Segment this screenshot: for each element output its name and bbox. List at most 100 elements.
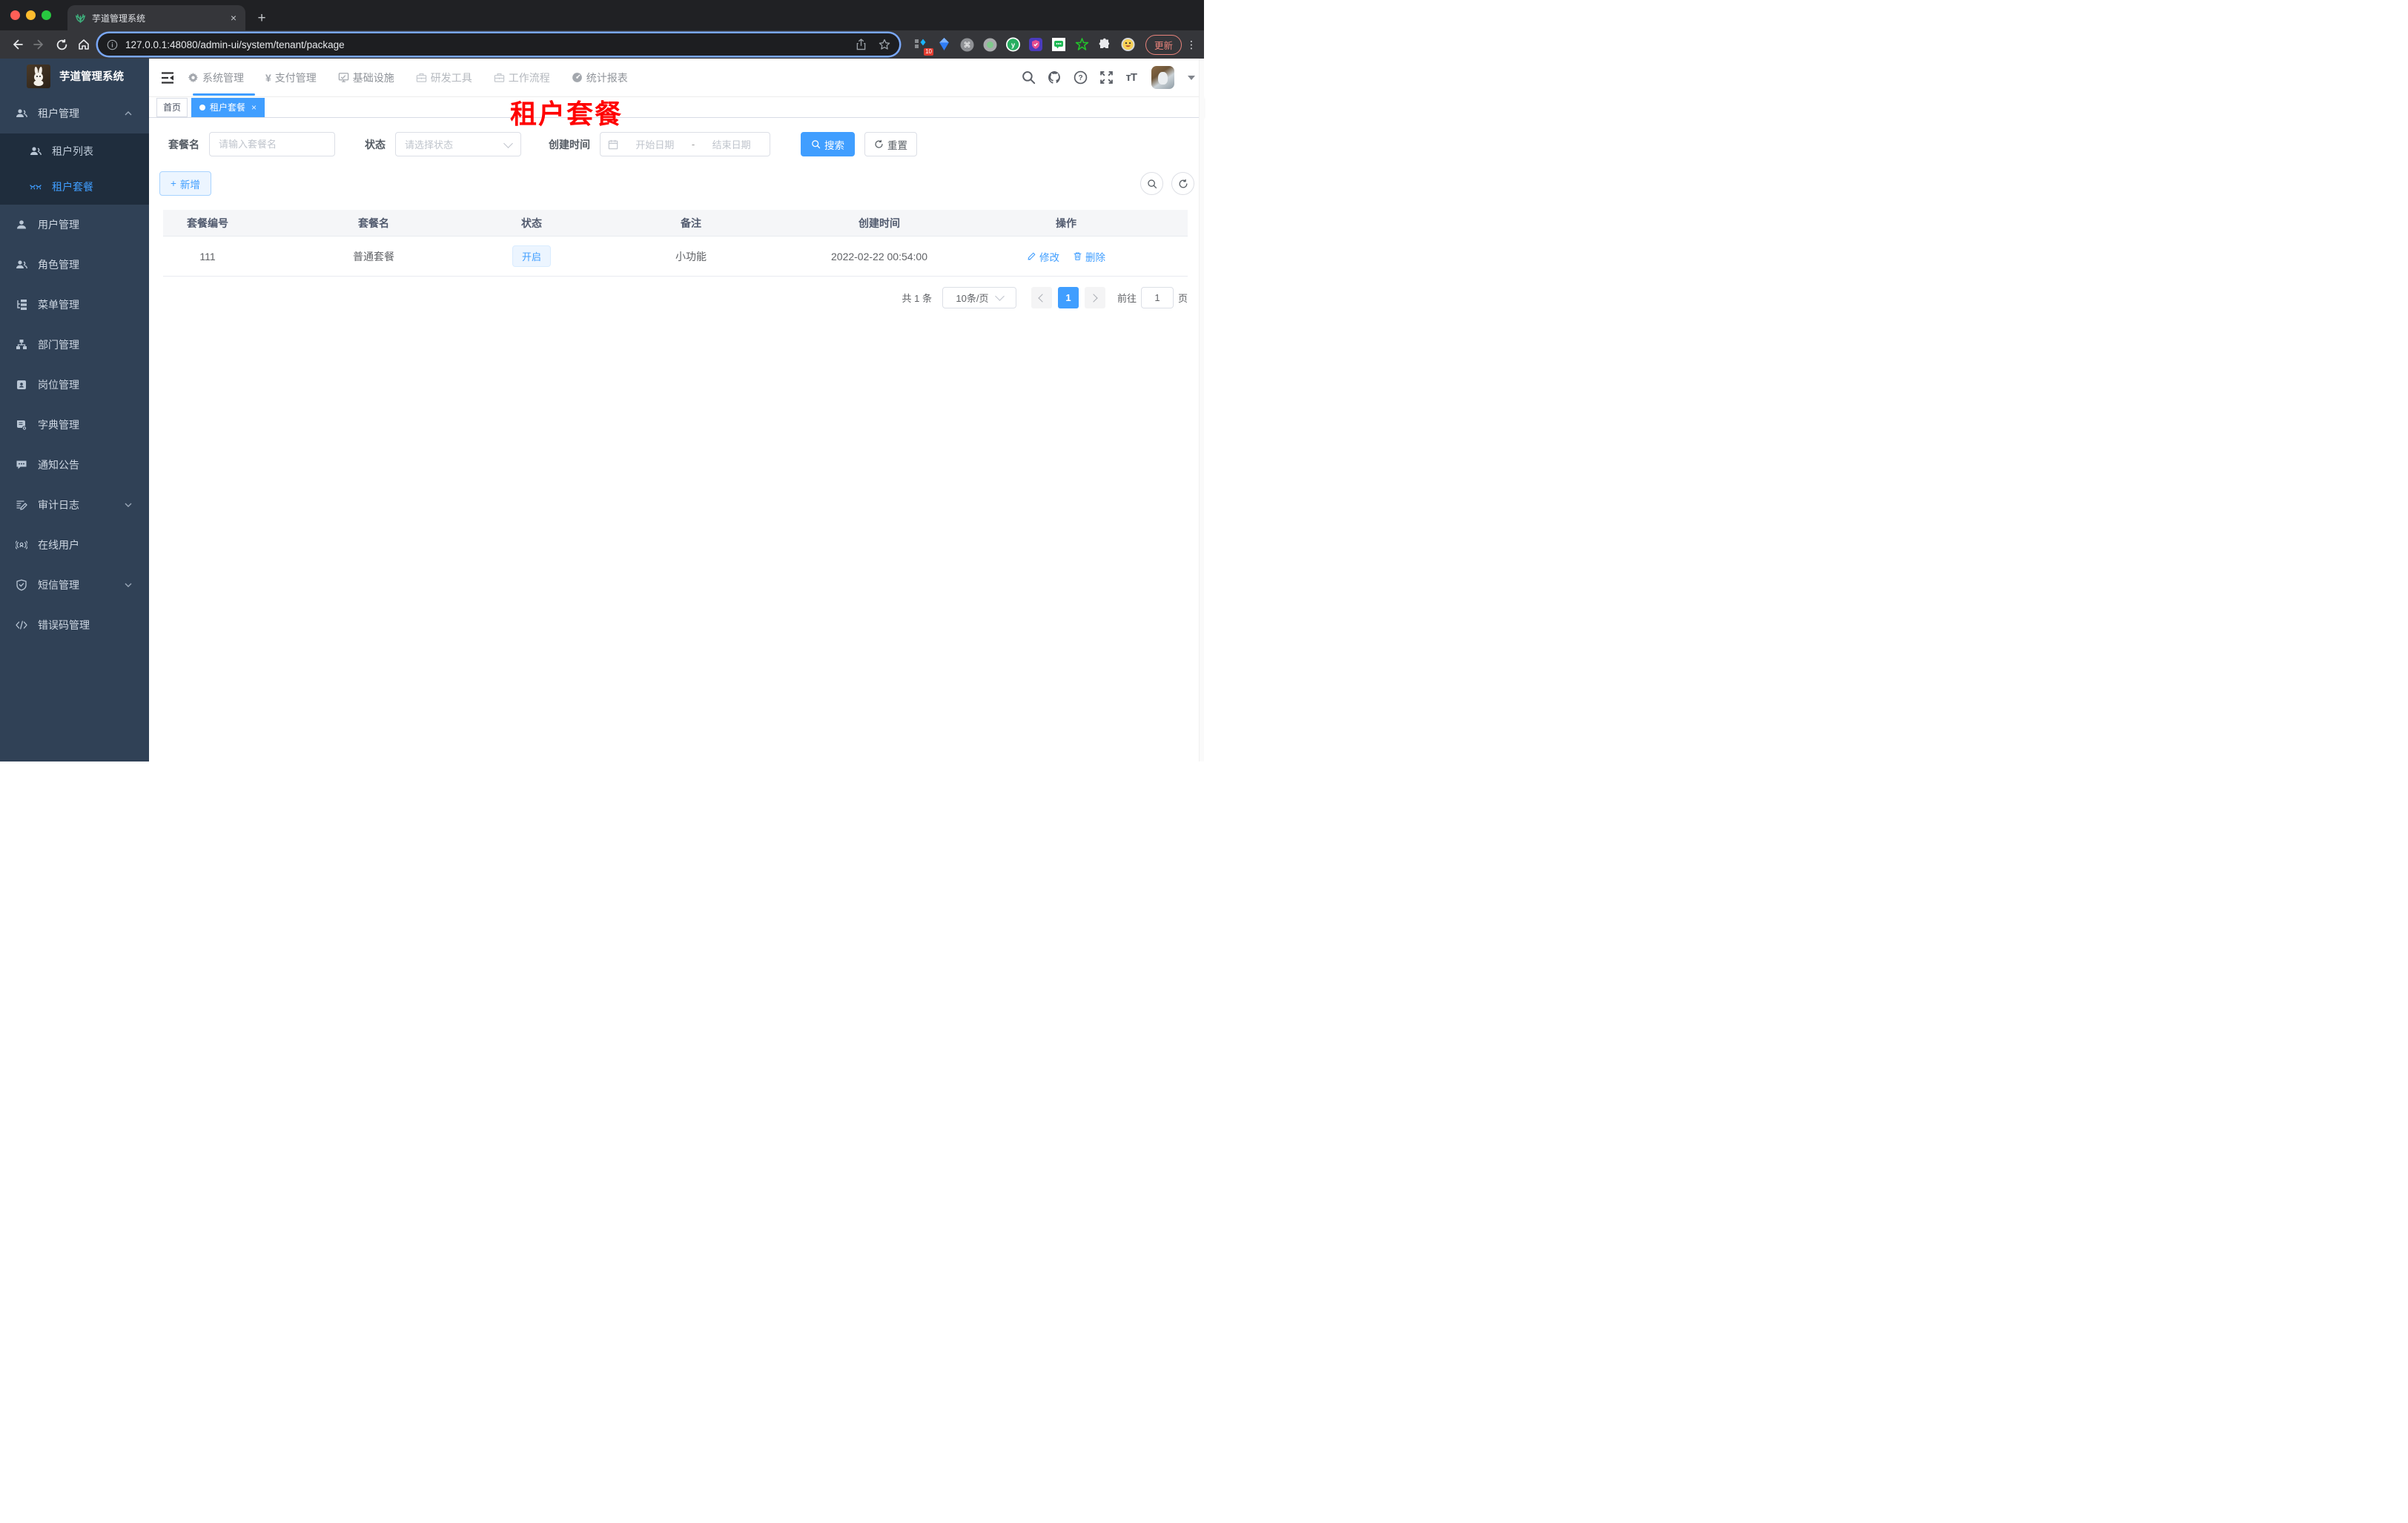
filter-form: 套餐名 状态 请选择状态 创建时间 开始日期 - 结束日期 搜索 [168,132,917,156]
extension-icon[interactable] [983,38,997,52]
sidebar-item-error-code[interactable]: 错误码管理 [0,605,149,645]
sidebar-item-dept-manage[interactable]: 部门管理 [0,325,149,365]
sidebar-item-tenant-manage[interactable]: 租户管理 [0,93,149,133]
refresh-table-button[interactable] [1171,172,1194,195]
forward-icon[interactable] [28,33,50,56]
pagination: 共 1 条 10条/页 1 前往 页 [902,287,1188,308]
browser-menu-icon[interactable]: ⋮ [1186,39,1197,51]
status-select[interactable]: 请选择状态 [395,132,521,156]
sidebar-item-menu-manage[interactable]: 菜单管理 [0,285,149,325]
extension-icon[interactable]: y [1005,37,1020,52]
extension-icon[interactable] [1075,37,1089,52]
sidebar-collapse-icon[interactable] [159,70,176,86]
page-scrollbar[interactable] [1199,59,1204,762]
extension-icon[interactable] [937,38,951,52]
topnav-item-workflow[interactable]: 工作流程 [494,70,550,85]
chevron-up-icon [125,111,132,116]
calendar-icon [608,139,618,149]
chevron-down-icon [125,503,132,507]
window-zoom-button[interactable] [42,10,51,20]
edit-link[interactable]: 修改 [1027,249,1059,264]
window-close-button[interactable] [10,10,20,20]
favicon-leaf-icon [75,13,86,23]
share-icon[interactable] [856,39,867,50]
site-info-icon[interactable] [107,39,118,50]
window-minimize-button[interactable] [26,10,36,20]
add-button[interactable]: + 新增 [159,171,211,196]
tag-tenant-package[interactable]: 租户套餐 × [191,97,265,117]
sidebar-logo[interactable]: 芋道管理系统 [0,59,149,93]
extension-icon[interactable] [1052,38,1066,52]
sidebar-item-role-manage[interactable]: 角色管理 [0,245,149,285]
fullscreen-icon[interactable] [1099,70,1114,85]
reload-icon[interactable] [50,33,73,56]
toolbox-icon [416,73,426,82]
text-size-icon[interactable]: тT [1125,71,1137,84]
sidebar-item-label: 角色管理 [38,259,79,271]
topnav-item-payment[interactable]: ¥ 支付管理 [265,70,317,85]
next-page-button[interactable] [1084,287,1105,308]
page-number-button[interactable]: 1 [1057,287,1079,308]
sidebar-item-post-manage[interactable]: 岗位管理 [0,365,149,405]
tag-close-icon[interactable]: × [251,102,257,113]
avatar-caret-icon[interactable] [1188,75,1195,80]
url-text[interactable]: 127.0.0.1:48080/admin-ui/system/tenant/p… [125,39,856,50]
topnav-item-report[interactable]: 统计报表 [572,70,628,85]
sidebar-item-dict-manage[interactable]: 字典管理 [0,405,149,445]
browser-tab[interactable]: 芋道管理系统 × [67,5,245,30]
tag-label: 首页 [163,102,182,113]
end-date-placeholder[interactable]: 结束日期 [701,137,762,151]
extension-icon[interactable] [1121,37,1135,52]
puzzle-extensions-icon[interactable] [1098,38,1112,52]
start-date-placeholder[interactable]: 开始日期 [624,137,686,151]
package-name-input[interactable] [209,132,335,156]
extension-icon[interactable]: 10 [914,38,933,56]
topnav-item-infra[interactable]: 基础设施 [338,70,394,85]
sidebar-item-sms-manage[interactable]: 短信管理 [0,565,149,605]
reset-button[interactable]: 重置 [864,132,917,156]
extension-icon[interactable]: ⌘ [960,38,974,52]
sidebar-item-tenant-package[interactable]: 租户套餐 [0,169,149,205]
sidebar-item-tenant-list[interactable]: 租户列表 [0,133,149,169]
tab-close-icon[interactable]: × [229,12,238,24]
topnav-item-label: 研发工具 [430,71,472,84]
home-icon[interactable] [73,33,95,56]
svg-text:⌘: ⌘ [963,42,970,50]
help-icon[interactable]: ? [1074,70,1088,85]
sidebar-item-label: 菜单管理 [38,299,79,311]
sidebar-item-audit-log[interactable]: 审计日志 [0,485,149,525]
browser-update-button[interactable]: 更新 [1145,34,1182,55]
page-size-select[interactable]: 10条/页 [942,287,1016,308]
refresh-icon [1179,179,1187,188]
tags-scrollbar-thumb[interactable] [193,93,255,96]
create-time-range-picker[interactable]: 开始日期 - 结束日期 [600,132,770,156]
cell-package-name: 普通套餐 [353,250,394,262]
back-icon[interactable] [6,33,28,56]
tree-icon [17,300,27,310]
main-area: 系统管理 ¥ 支付管理 基础设施 研发工具 工作流程 统计报表 ? тT 首页 … [149,59,1204,762]
add-button-label: 新增 [179,179,200,191]
browser-toolbar: 127.0.0.1:48080/admin-ui/system/tenant/p… [0,30,1204,59]
column-header: 套餐名 [358,217,389,229]
user-avatar[interactable] [1151,66,1174,89]
show-search-toggle-button[interactable] [1140,172,1163,195]
topnav-item-dev-tools[interactable]: 研发工具 [416,70,472,85]
new-tab-button[interactable]: + [251,8,272,29]
url-bar[interactable]: 127.0.0.1:48080/admin-ui/system/tenant/p… [98,33,899,56]
tag-home[interactable]: 首页 [156,97,188,117]
search-button[interactable]: 搜索 [801,132,855,156]
delete-link[interactable]: 删除 [1073,249,1105,264]
sidebar-item-user-manage[interactable]: 用户管理 [0,205,149,245]
chevron-right-icon [1089,293,1099,303]
sidebar-item-online-users[interactable]: 在线用户 [0,525,149,565]
goto-page-input[interactable] [1140,287,1174,308]
github-icon[interactable] [1048,70,1062,85]
search-icon[interactable] [1022,70,1036,85]
sidebar-item-notice[interactable]: 通知公告 [0,445,149,485]
table-row[interactable]: 111 普通套餐 开启 小功能 2022-02-22 00:54:00 修改 删… [163,237,1188,277]
prev-page-button[interactable] [1031,287,1052,308]
bookmark-star-icon[interactable] [879,39,890,50]
briefcase-icon [494,73,504,82]
topnav-item-system[interactable]: 系统管理 [188,70,244,85]
extension-icon[interactable] [1029,38,1043,52]
